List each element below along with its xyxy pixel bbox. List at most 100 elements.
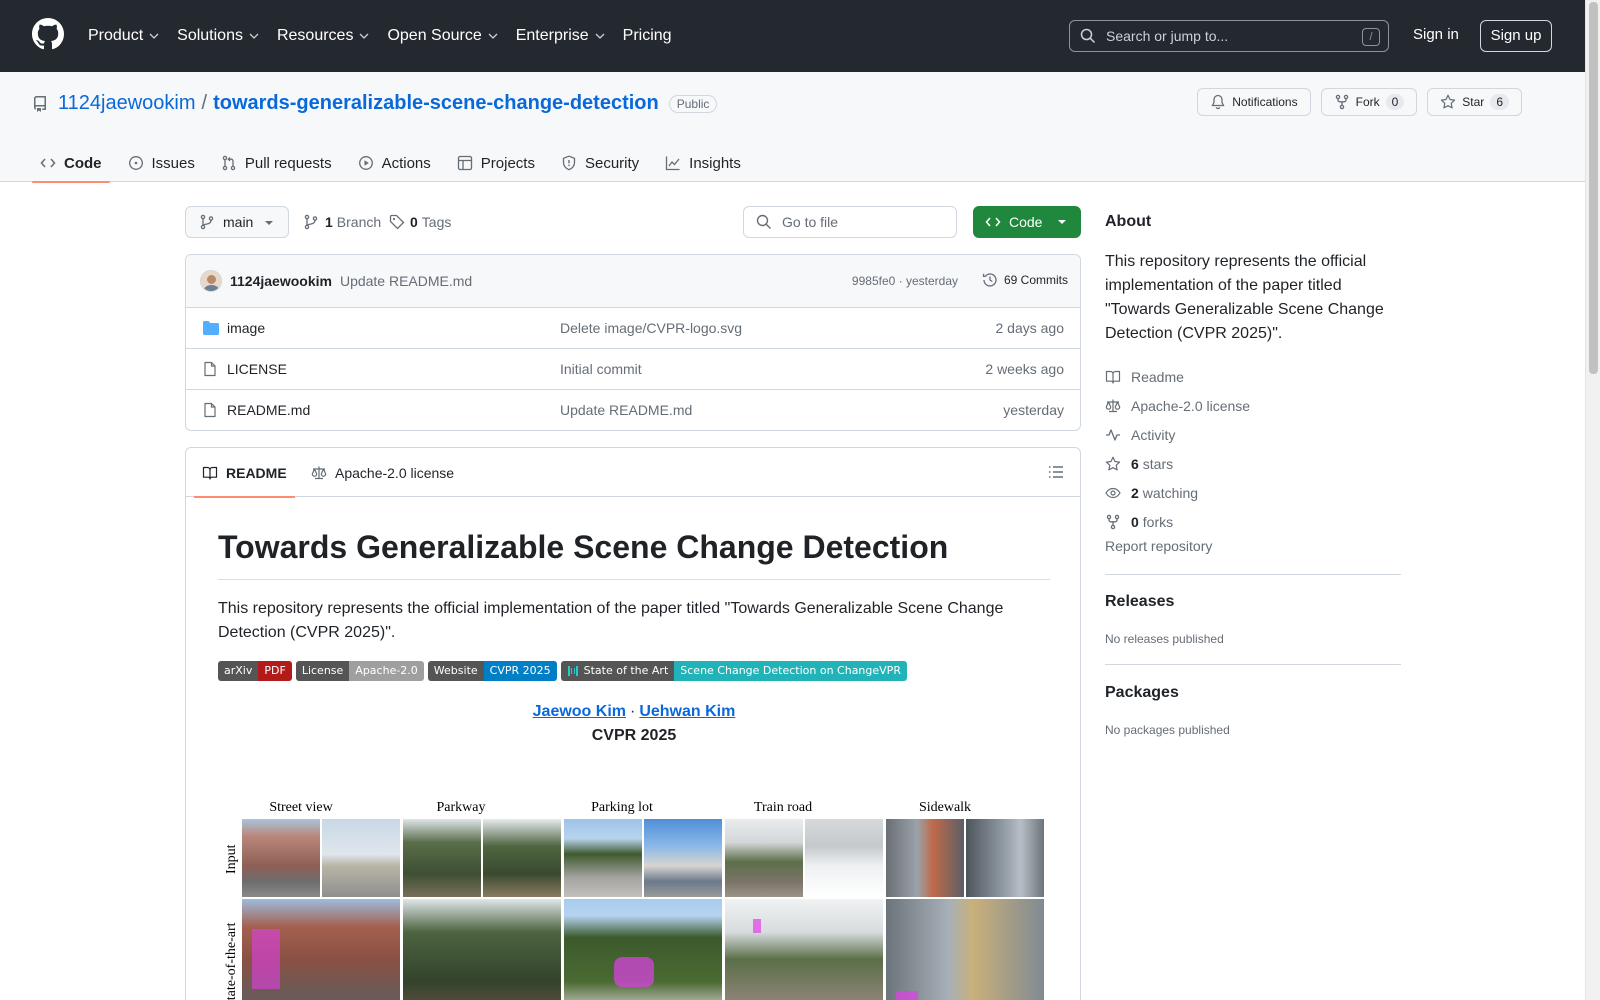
tag-count-label: Tags [421, 214, 452, 230]
packages-heading[interactable]: Packages [1105, 684, 1179, 702]
train-road-after-image [805, 819, 883, 897]
parkway-before-image [403, 819, 481, 897]
nav-resources[interactable]: Resources [277, 27, 369, 45]
tab-license[interactable]: Apache-2.0 license [311, 448, 454, 497]
table-of-contents-icon[interactable] [1048, 464, 1064, 480]
star-icon [1441, 94, 1456, 109]
tab-security[interactable]: Security [553, 144, 647, 182]
nav-open-source[interactable]: Open Source [387, 27, 498, 45]
tab-issues-label: Issues [151, 154, 195, 172]
arxiv-badge[interactable]: arXiv PDF [218, 661, 292, 681]
file-name-link[interactable]: image [227, 320, 265, 336]
fork-button[interactable]: Fork 0 [1320, 88, 1418, 116]
watchers-label: watching [1142, 484, 1199, 501]
code-dropdown-button[interactable]: Code [973, 206, 1081, 238]
stars-link[interactable]: 6 stars [1105, 449, 1250, 478]
nav-enterprise[interactable]: Enterprise [516, 27, 605, 45]
tab-insights-label: Insights [689, 154, 741, 172]
nav-pricing[interactable]: Pricing [623, 27, 672, 45]
scrollbar-thumb[interactable] [1589, 2, 1598, 374]
change-mask [614, 957, 654, 987]
search-shortcut-badge: / [1362, 28, 1380, 46]
branch-selector[interactable]: main [185, 206, 289, 238]
sign-up-button[interactable]: Sign up [1480, 20, 1552, 52]
readme-link[interactable]: Readme [1105, 362, 1250, 391]
tab-projects[interactable]: Projects [449, 144, 543, 182]
author-link[interactable]: Uehwan Kim [639, 703, 735, 720]
code-icon [40, 158, 56, 168]
author-separator: · [630, 703, 636, 720]
license-badge[interactable]: License Apache-2.0 [295, 661, 424, 681]
file-commit-message-link[interactable]: Update README.md [560, 402, 692, 418]
parking-lot-prediction-image [564, 899, 722, 1000]
fork-label: Fork [1355, 95, 1380, 109]
website-badge[interactable]: Website CVPR 2025 [427, 661, 557, 681]
forks-count: 0 [1131, 513, 1139, 530]
stars-label: stars [1142, 455, 1174, 472]
eye-icon [1105, 487, 1121, 498]
commit-message-link[interactable]: Update README.md [340, 273, 472, 289]
chevron-down-icon [359, 33, 369, 39]
notifications-button[interactable]: Notifications [1197, 88, 1311, 116]
tags-link[interactable]: 0 Tags [389, 214, 451, 230]
file-commit-message-link[interactable]: Delete image/CVPR-logo.svg [560, 320, 742, 336]
nav-product[interactable]: Product [88, 27, 159, 45]
activity-link-label: Activity [1131, 426, 1176, 443]
file-name-link[interactable]: LICENSE [227, 361, 287, 377]
commit-meta[interactable]: 9985fe0 · yesterday [852, 274, 958, 288]
chevron-down-icon [249, 33, 259, 39]
code-icon [985, 217, 1001, 227]
tab-insights[interactable]: Insights [657, 144, 749, 182]
global-search-input[interactable]: Search or jump to... / [1069, 20, 1389, 52]
sign-in-link[interactable]: Sign in [1413, 26, 1459, 43]
go-to-file-input[interactable]: Go to file [743, 206, 957, 238]
table-row[interactable]: README.md Update README.md yesterday [186, 390, 1080, 430]
report-repository-link[interactable]: Report repository [1105, 538, 1212, 554]
caret-down-icon [1058, 220, 1066, 224]
commits-link[interactable]: 69 Commits [982, 272, 1068, 288]
issue-icon [128, 156, 143, 170]
chevron-down-icon [595, 33, 605, 39]
star-button[interactable]: Star 6 [1427, 88, 1522, 116]
repo-name-link[interactable]: towards-generalizable-scene-change-detec… [213, 92, 659, 115]
commit-author-link[interactable]: 1124jaewookim [230, 273, 332, 289]
sidebar-divider [1105, 574, 1401, 575]
sota-badge[interactable]: State of the Art Scene Change Detection o… [560, 661, 907, 681]
author-link[interactable]: Jaewoo Kim [533, 703, 626, 720]
repo-owner-link[interactable]: 1124jaewookim [58, 92, 196, 115]
table-row[interactable]: image Delete image/CVPR-logo.svg 2 days … [186, 308, 1080, 349]
file-commit-message-link[interactable]: Initial commit [560, 361, 642, 377]
watchers-link[interactable]: 2 watching [1105, 478, 1250, 507]
tab-code[interactable]: Code [32, 144, 110, 183]
file-commit-time: 2 weeks ago [985, 361, 1064, 377]
parkway-prediction-image [403, 899, 561, 1000]
file-name-link[interactable]: README.md [227, 402, 310, 418]
tab-actions[interactable]: Actions [350, 144, 439, 182]
forks-link[interactable]: 0 forks [1105, 507, 1250, 536]
history-icon [982, 273, 997, 287]
avatar[interactable] [200, 270, 222, 292]
branches-link[interactable]: 1 Branch [303, 214, 381, 230]
search-placeholder: Search or jump to... [1106, 28, 1229, 44]
table-row[interactable]: LICENSE Initial commit 2 weeks ago [186, 349, 1080, 390]
license-link[interactable]: Apache-2.0 license [1105, 391, 1250, 420]
global-header: Product Solutions Resources Open Source … [0, 0, 1600, 72]
play-icon [358, 156, 373, 170]
tab-issues[interactable]: Issues [120, 144, 203, 182]
github-logo-icon[interactable] [32, 18, 64, 50]
activity-link[interactable]: Activity [1105, 420, 1250, 449]
tab-security-label: Security [584, 154, 640, 172]
pulse-icon [1106, 428, 1120, 441]
page-scrollbar[interactable] [1585, 0, 1600, 1000]
repo-icon [34, 95, 46, 112]
tab-readme[interactable]: README [194, 448, 295, 498]
train-road-prediction-image [725, 899, 883, 1000]
readme-content: Towards Generalizable Scene Change Detec… [218, 497, 1050, 745]
teaser-figure: Street view Parkway Parking lot Train ro… [222, 796, 1044, 1000]
tab-pull-requests[interactable]: Pull requests [213, 144, 340, 182]
about-links: Readme Apache-2.0 license Activity 6 star… [1105, 362, 1250, 536]
releases-heading[interactable]: Releases [1105, 593, 1174, 611]
nav-solutions[interactable]: Solutions [177, 27, 259, 45]
sidewalk-after-image [966, 819, 1044, 897]
book-icon [202, 466, 218, 480]
